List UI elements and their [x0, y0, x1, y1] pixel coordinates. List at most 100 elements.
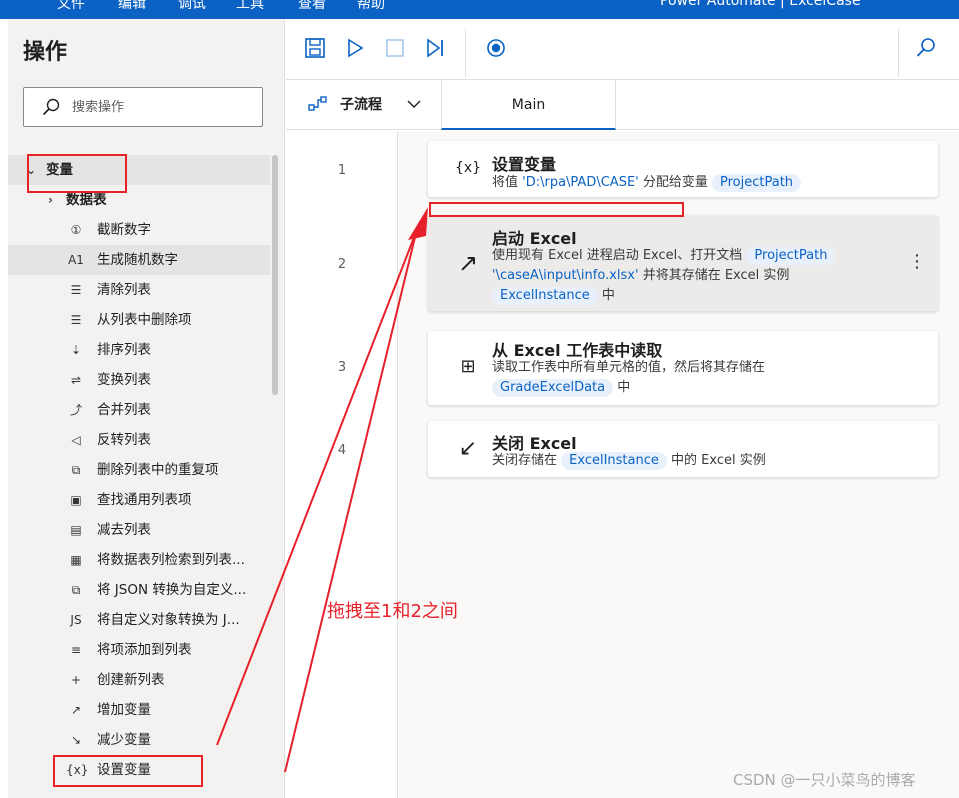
step-description: 将值 'D:\rpa\PAD\CASE' 分配给变量 ProjectPath: [492, 173, 802, 193]
desc-text: 中的 Excel 实例: [666, 453, 766, 468]
designer-toolbar: [286, 19, 959, 80]
step-description-line: ExcelInstance 中: [492, 286, 615, 306]
actions-tree: ⌄ 变量 › 数据表 ① 截断数字 A1 生成随机数字 ☰ 清除列表 ☰ 从列表中删除项 ⇣ 排序…: [8, 155, 270, 785]
action-item[interactable]: ↘ 减少变量: [8, 725, 270, 755]
toolbar-divider: [898, 29, 899, 77]
action-item[interactable]: ↗ 增加变量: [8, 695, 270, 725]
step-title: 设置变量: [492, 155, 557, 174]
action-item[interactable]: ⇌ 变换列表: [8, 365, 270, 395]
toolbar-divider: [465, 29, 466, 77]
desc-text: 关闭存储在: [492, 453, 562, 468]
desc-text: 中: [597, 288, 615, 303]
action-item-label: 变换列表: [97, 372, 151, 388]
flow-step-launch-excel[interactable]: ↗ 启动 Excel 使用现有 Excel 进程启动 Excel、打开文档 Pr…: [428, 215, 938, 311]
variable-chip[interactable]: GradeExcelData: [492, 379, 614, 397]
action-item[interactable]: ① 截断数字: [8, 215, 270, 245]
record-icon[interactable]: [485, 37, 507, 59]
flow-step-read-excel[interactable]: ⊞ 从 Excel 工作表中读取 读取工作表中所有单元格的值，然后将其存储在 G…: [428, 331, 938, 405]
action-item[interactable]: ◁ 反转列表: [8, 425, 270, 455]
line-number: 3: [337, 360, 347, 375]
menu-help[interactable]: 帮助: [357, 0, 385, 13]
line-number-gutter: 1 2 3 4: [286, 131, 398, 798]
search-box[interactable]: [23, 87, 263, 127]
step-description: 关闭存储在 ExcelInstance 中的 Excel 实例: [492, 451, 766, 471]
desc-text: 中: [613, 380, 631, 395]
action-item-label: 从列表中删除项: [97, 312, 192, 328]
action-item-label: 删除列表中的重复项: [97, 462, 219, 478]
action-item-label: 增加变量: [97, 702, 151, 718]
step-description-line: 读取工作表中所有单元格的值，然后将其存储在: [492, 360, 766, 375]
tab-main[interactable]: Main: [441, 80, 616, 130]
action-item[interactable]: ☰ 清除列表: [8, 275, 270, 305]
run-icon[interactable]: [344, 37, 366, 59]
action-item-label: 查找通用列表项: [97, 492, 192, 508]
action-item-label: 合并列表: [97, 402, 151, 418]
more-options-icon[interactable]: ⋮: [908, 251, 926, 272]
desc-text: 并将其存储在 Excel 实例: [638, 268, 790, 283]
subflow-label: 子流程: [340, 97, 382, 113]
menu-debug[interactable]: 调试: [178, 0, 206, 13]
close-arrow-icon: ↙: [458, 436, 478, 461]
menu-file[interactable]: 文件: [57, 0, 85, 13]
action-item-label: 清除列表: [97, 282, 151, 298]
highlight-box-set-variable: [53, 755, 203, 787]
action-item-label: 将自定义对象转换为 J...: [97, 612, 240, 628]
action-item-label: 排序列表: [97, 342, 151, 358]
actions-scrollbar[interactable]: [272, 155, 278, 395]
search-input[interactable]: [72, 96, 252, 118]
action-item[interactable]: ⤴ 合并列表: [8, 395, 270, 425]
step-description-line: 使用现有 Excel 进程启动 Excel、打开文档 ProjectPath: [492, 246, 836, 266]
sort-list-icon: ⇣: [70, 343, 82, 357]
menu-edit[interactable]: 编辑: [118, 0, 146, 13]
action-item-label: 将 JSON 转换为自定义...: [97, 582, 247, 598]
desc-text: 使用现有 Excel 进程启动 Excel、打开文档: [492, 248, 743, 263]
highlight-box-variables: [27, 154, 127, 193]
action-item[interactable]: + 创建新列表: [8, 665, 270, 695]
increase-trend-icon: ↗: [70, 703, 82, 717]
add-item-list-icon: ≡: [70, 643, 82, 657]
variable-chip[interactable]: ExcelInstance: [561, 452, 667, 470]
remove-duplicates-icon: ⧉: [71, 463, 81, 477]
datatable-column-icon: ▦: [70, 553, 82, 567]
variable-chip[interactable]: ExcelInstance: [492, 287, 598, 305]
menu-view[interactable]: 查看: [298, 0, 326, 13]
action-item[interactable]: ▤ 减去列表: [8, 515, 270, 545]
step-description-line: GradeExcelData 中: [492, 378, 630, 398]
run-next-step-icon[interactable]: [424, 37, 446, 59]
flow-step-set-variable[interactable]: {x} 设置变量 将值 'D:\rpa\PAD\CASE' 分配给变量 Proj…: [428, 141, 938, 197]
action-item[interactable]: ⧉ 将 JSON 转换为自定义...: [8, 575, 270, 605]
action-item-label: 生成随机数字: [97, 252, 178, 268]
save-icon[interactable]: [304, 37, 326, 59]
action-item[interactable]: JS 将自定义对象转换为 J...: [8, 605, 270, 635]
annotation-text: 拖拽至1和2之间: [327, 601, 458, 622]
action-item-label: 减少变量: [97, 732, 151, 748]
step-description-line: '\caseA\input\info.xlsx' 并将其存储在 Excel 实例: [492, 266, 789, 286]
line-number: 1: [337, 163, 347, 178]
variable-chip[interactable]: ProjectPath: [712, 174, 802, 192]
search-icon[interactable]: [915, 37, 937, 59]
desc-value: 'D:\rpa\PAD\CASE': [522, 175, 639, 190]
action-item-label: 创建新列表: [97, 672, 165, 688]
action-item[interactable]: ▣ 查找通用列表项: [8, 485, 270, 515]
action-item[interactable]: ⇣ 排序列表: [8, 335, 270, 365]
action-item[interactable]: ☰ 从列表中删除项: [8, 305, 270, 335]
action-item[interactable]: ⧉ 删除列表中的重复项: [8, 455, 270, 485]
flow-step-close-excel[interactable]: ↙ 关闭 Excel 关闭存储在 ExcelInstance 中的 Excel …: [428, 421, 938, 477]
random-number-icon: A1: [68, 253, 84, 267]
desc-text: 将值: [492, 175, 523, 190]
action-item[interactable]: ▦ 将数据表列检索到列表...: [8, 545, 270, 575]
action-item[interactable]: A1 生成随机数字: [8, 245, 270, 275]
action-item-label: 反转列表: [97, 432, 151, 448]
subflow-tab-bar: 子流程 Main: [286, 80, 959, 130]
menu-tools[interactable]: 工具: [236, 0, 264, 13]
menu-bar: 文件 编辑 调试 工具 查看 帮助 Power Automate | Excel…: [0, 0, 959, 19]
stop-icon[interactable]: [384, 37, 406, 59]
action-item[interactable]: ≡ 将项添加到列表: [8, 635, 270, 665]
json-convert-icon: ⧉: [71, 583, 81, 597]
variable-chip[interactable]: ProjectPath: [746, 247, 836, 265]
number-circle-icon: ①: [70, 223, 82, 237]
line-number: 4: [337, 443, 347, 458]
desc-text: 分配给变量: [638, 175, 712, 190]
action-item-label: 截断数字: [97, 222, 151, 238]
app-window: 文件 编辑 调试 工具 查看 帮助 Power Automate | Excel…: [0, 0, 959, 798]
